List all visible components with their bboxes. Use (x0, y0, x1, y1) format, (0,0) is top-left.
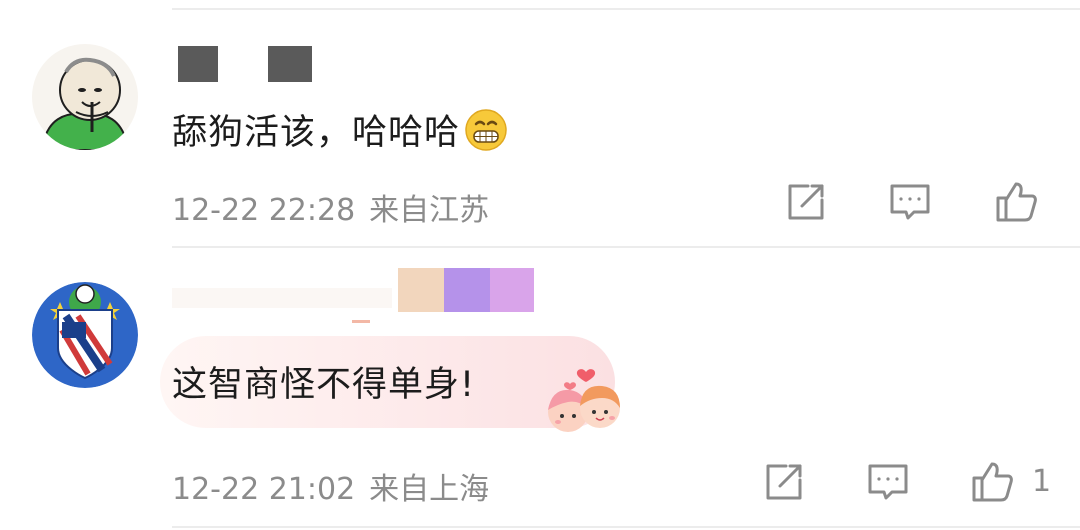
username-redacted[interactable] (172, 268, 542, 323)
comment-text: 这智商怪不得单身! (172, 365, 476, 405)
timestamp: 12-22 21:02 (172, 472, 356, 507)
timestamp: 12-22 22:28 (172, 193, 356, 228)
avatar[interactable] (32, 44, 138, 150)
thumbs-up-icon[interactable] (968, 458, 1016, 506)
couple-sticker (536, 356, 632, 436)
bottom-divider (172, 526, 1080, 528)
location: 来自江苏 (369, 193, 490, 228)
thumbs-up-icon[interactable] (992, 178, 1040, 226)
comment-meta: 12-22 21:02 来自上海 (172, 464, 489, 508)
share-icon[interactable] (760, 458, 808, 506)
username-redacted[interactable] (172, 46, 322, 84)
avatar[interactable] (32, 282, 138, 388)
top-divider (172, 8, 1080, 10)
comment-icon[interactable] (886, 178, 934, 226)
location: 来自上海 (369, 472, 490, 507)
comment-text: 舔狗活该，哈哈哈 (172, 104, 508, 161)
comment-icon[interactable] (864, 458, 912, 506)
share-icon[interactable] (782, 178, 830, 226)
comment-meta: 12-22 22:28 来自江苏 (172, 185, 489, 229)
like-count: 1 (1032, 464, 1052, 499)
comment-divider (172, 246, 1080, 248)
grin-emoji (464, 108, 508, 161)
